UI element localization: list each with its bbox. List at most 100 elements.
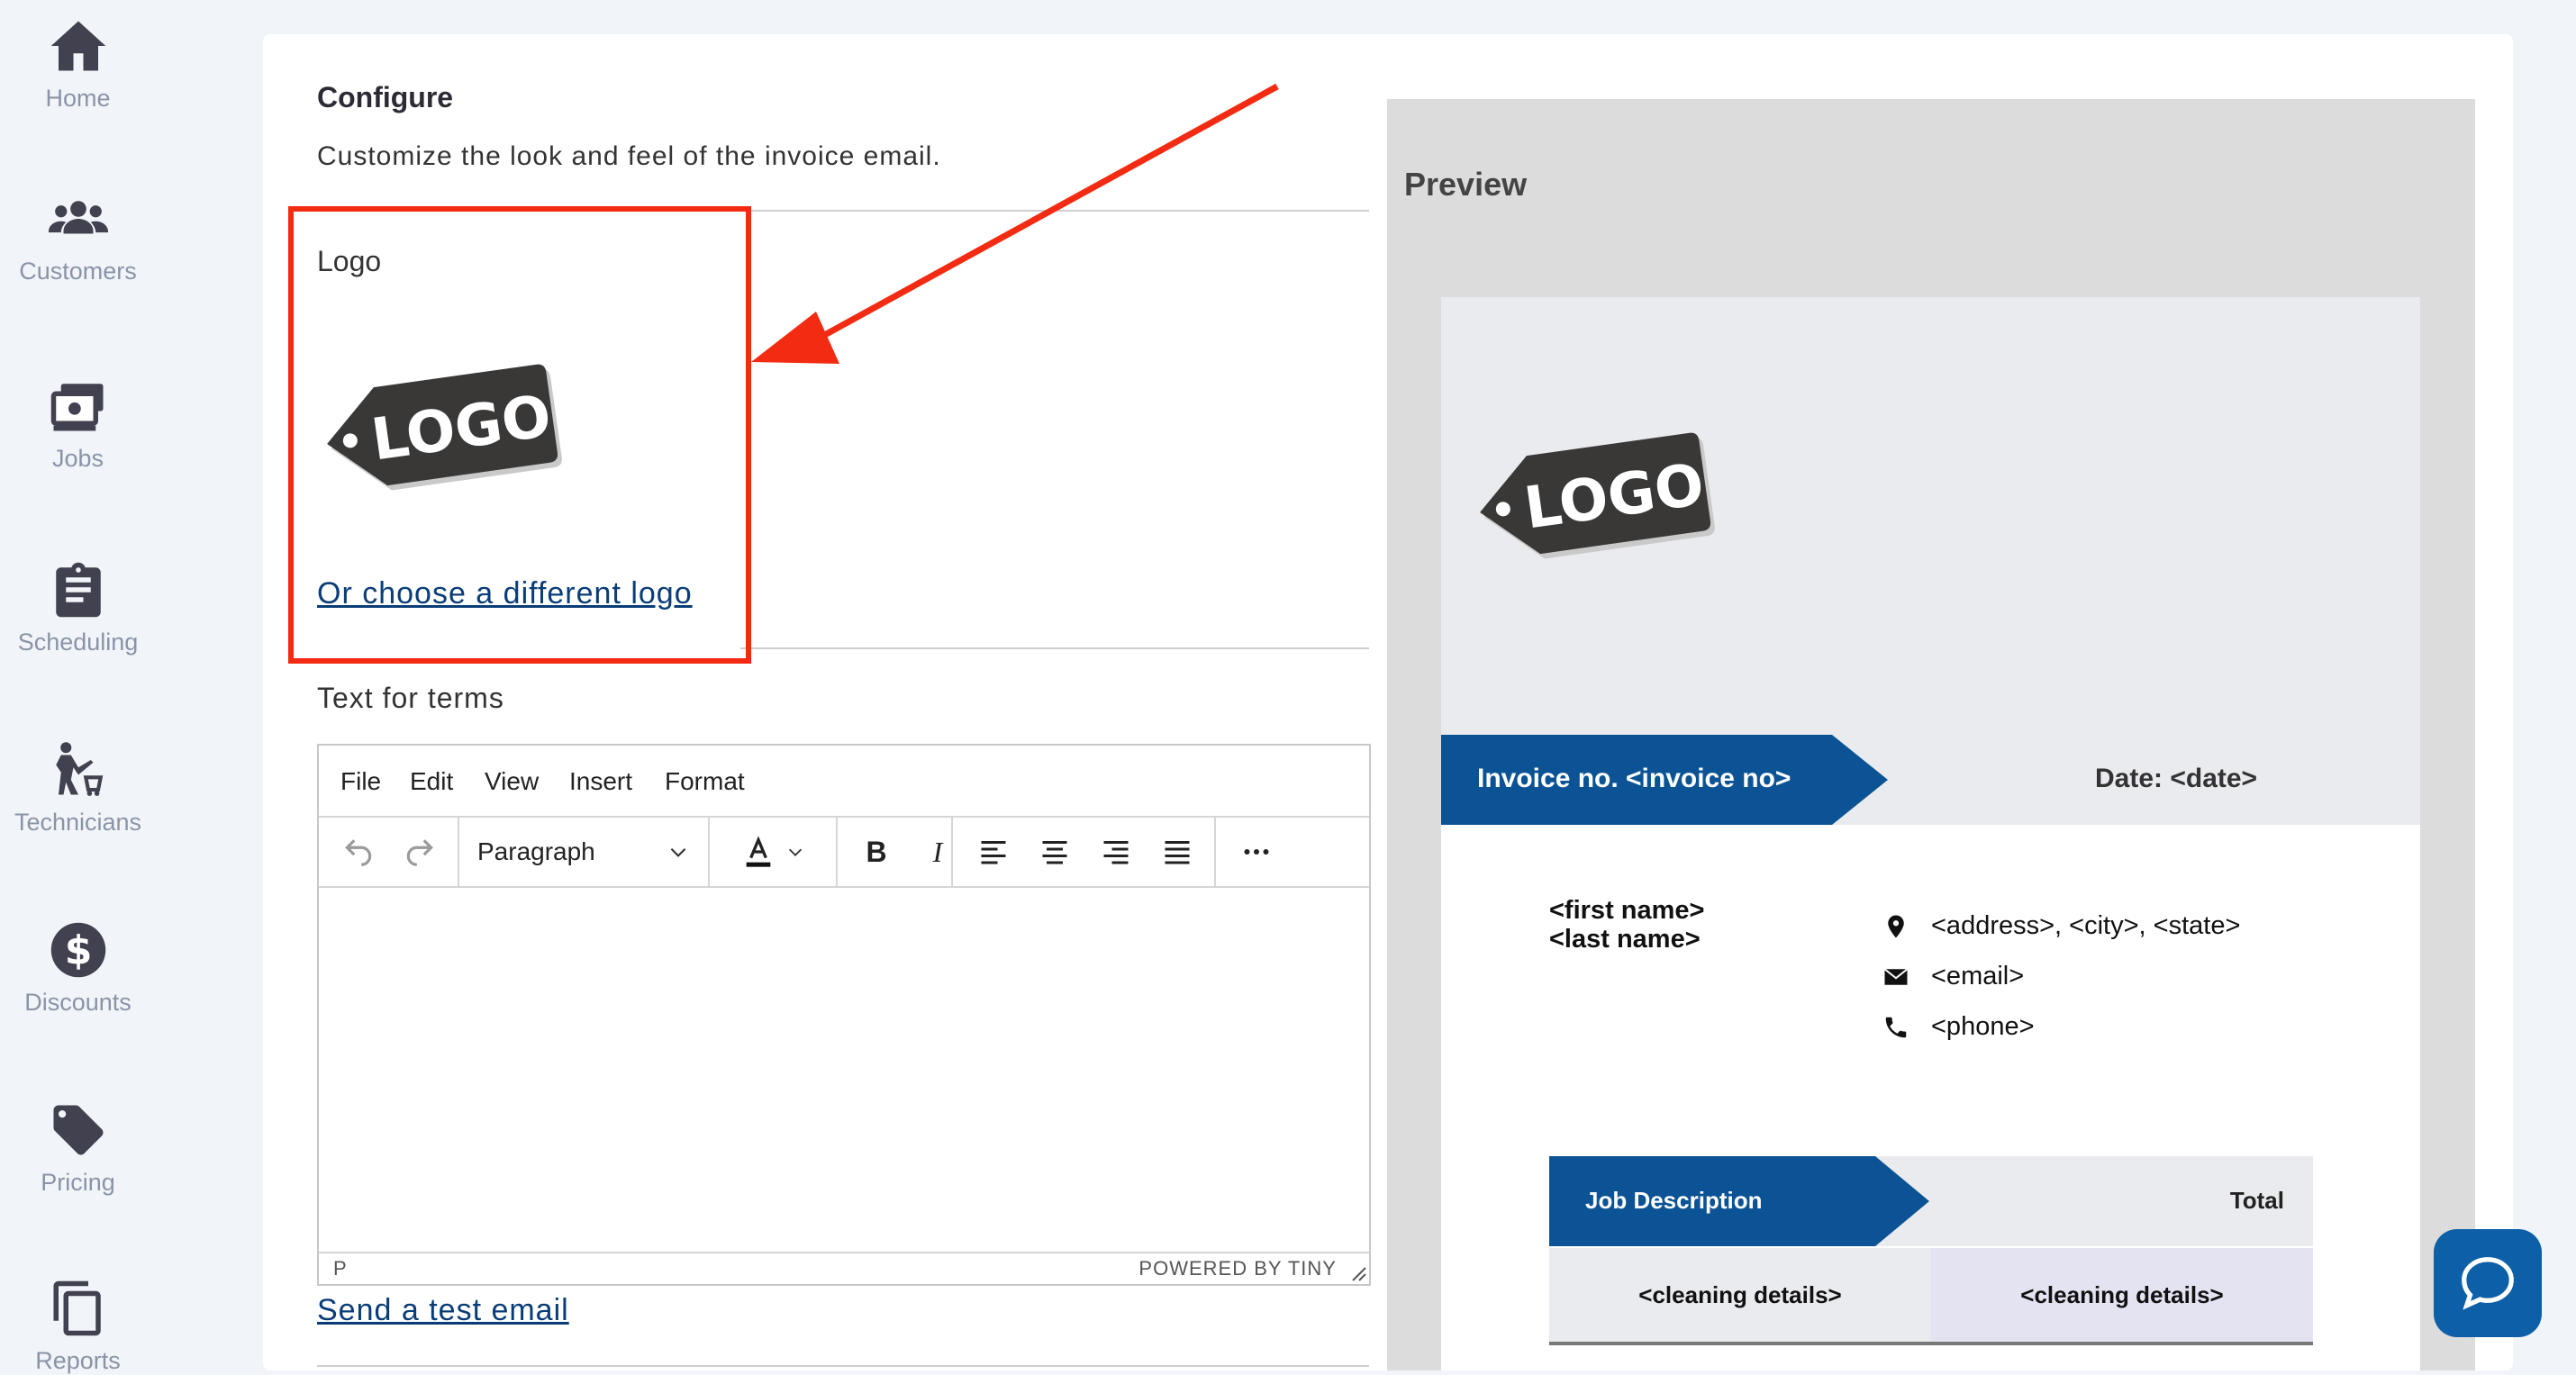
sidebar-item-home[interactable]: Home: [0, 16, 232, 113]
table-bottom-border: [1549, 1342, 2313, 1345]
text-color-button[interactable]: [719, 818, 827, 886]
editor-content-area[interactable]: [319, 888, 1369, 1252]
align-center-icon: [1042, 841, 1067, 864]
invoice-preview: LOGO Invoice no. <invoice no> Date: <dat…: [1441, 297, 2420, 1370]
menu-edit[interactable]: Edit: [410, 767, 453, 796]
copy-icon: [49, 1279, 108, 1338]
align-justify-button[interactable]: [1147, 818, 1207, 886]
editor-menubar: File Edit View Insert Format: [319, 746, 1369, 818]
resize-handle[interactable]: [1347, 1262, 1367, 1282]
sidebar-item-label: Jobs: [51, 445, 104, 472]
phone-line: <phone>: [1882, 1012, 2035, 1042]
sidebar-item-label: Discounts: [24, 989, 132, 1016]
sidebar-item-pricing[interactable]: Pricing: [0, 1100, 232, 1197]
configure-title: Configure: [317, 81, 454, 113]
sidebar-item-label: Scheduling: [17, 629, 139, 656]
sidebar-item-discounts[interactable]: $ Discounts: [0, 920, 232, 1017]
undo-icon: [345, 839, 372, 866]
more-button[interactable]: [1227, 818, 1286, 886]
editor-toolbar: Paragraph B I: [319, 818, 1369, 888]
job-description-text: Job Description: [1585, 1187, 1763, 1214]
align-center-button[interactable]: [1025, 818, 1084, 886]
table-cell: <cleaning details>: [1549, 1248, 1931, 1342]
customers-icon: [48, 189, 108, 249]
svg-text:$: $: [64, 927, 92, 973]
undo-button[interactable]: [331, 818, 385, 886]
customer-name: <first name> <last name>: [1549, 896, 1704, 954]
sidebar-item-jobs[interactable]: Jobs: [0, 376, 232, 473]
address-text: <address>, <city>, <state>: [1931, 911, 2241, 940]
toolbar-separator: [708, 818, 710, 886]
menu-file[interactable]: File: [340, 767, 381, 796]
sidebar-item-reports[interactable]: Reports: [0, 1279, 232, 1375]
terms-label: Text for terms: [317, 682, 504, 714]
job-description-header: Job Description: [1549, 1156, 1927, 1246]
phone-text: <phone>: [1931, 1012, 2035, 1041]
annotation-highlight-box: [288, 206, 751, 664]
menu-format[interactable]: Format: [665, 767, 745, 796]
chat-launcher-button[interactable]: [2434, 1229, 2542, 1337]
tiny-branding[interactable]: POWERED BY TINY: [1138, 1257, 1337, 1280]
last-name: <last name>: [1549, 925, 1701, 954]
align-right-icon: [1103, 841, 1129, 864]
invoice-date: Date: <date>: [2095, 764, 2258, 793]
divider: [740, 647, 1369, 649]
chat-bubble-icon: [2462, 1257, 2514, 1310]
home-icon: [49, 16, 108, 76]
text-color-icon: [746, 836, 771, 867]
send-test-email-link[interactable]: Send a test email: [317, 1293, 569, 1328]
bold-icon: B: [866, 835, 887, 868]
italic-button[interactable]: I: [908, 818, 967, 886]
sidebar: Home Customers Jobs Scheduling Technicia…: [0, 0, 261, 1374]
more-icon: [1244, 849, 1269, 855]
align-left-icon: [981, 841, 1006, 864]
element-path[interactable]: P: [333, 1257, 347, 1280]
jobs-icon: [49, 376, 108, 436]
invoice-number: Invoice no. <invoice no>: [1441, 735, 1832, 825]
sidebar-item-technicians[interactable]: Technicians: [0, 740, 232, 837]
technician-icon: [49, 740, 108, 800]
total-header: Total: [2229, 1187, 2284, 1214]
email-line: <email>: [1882, 962, 2024, 991]
toolbar-separator: [836, 818, 838, 886]
editor-statusbar: P POWERED BY TINY: [319, 1252, 1369, 1284]
first-name: <first name>: [1549, 896, 1705, 925]
align-left-button[interactable]: [964, 818, 1023, 886]
preview-logo-image: LOGO: [1480, 432, 1715, 559]
sidebar-item-customers[interactable]: Customers: [0, 189, 232, 285]
invoice-number-text: Invoice no. <invoice no>: [1477, 764, 1791, 793]
address-line: <address>, <city>, <state>: [1882, 911, 2240, 941]
align-justify-icon: [1165, 841, 1190, 864]
chevron-down-icon: [788, 848, 803, 856]
menu-insert[interactable]: Insert: [569, 767, 632, 796]
sidebar-item-label: Technicians: [14, 809, 142, 836]
redo-button[interactable]: [393, 818, 447, 886]
jobs-table: Job Description Total <cleaning details>…: [1549, 1156, 2313, 1363]
annotation-arrow: [751, 83, 1279, 364]
location-pin-icon: [1888, 915, 1904, 937]
sidebar-item-label: Home: [45, 85, 111, 112]
divider: [317, 1365, 1369, 1367]
sidebar-item-scheduling[interactable]: Scheduling: [0, 560, 232, 656]
sidebar-item-label: Customers: [19, 258, 137, 285]
redo-icon: [406, 839, 433, 866]
terms-editor: File Edit View Insert Format Paragraph B…: [317, 744, 1371, 1286]
chevron-down-icon: [670, 847, 686, 857]
table-cell: <cleaning details>: [1931, 1248, 2313, 1342]
sidebar-item-label: Pricing: [41, 1169, 115, 1196]
dollar-icon: $: [49, 920, 108, 980]
tag-icon: [49, 1100, 108, 1160]
phone-icon: [1885, 1017, 1907, 1037]
italic-icon: I: [932, 835, 943, 868]
envelope-icon: [1883, 967, 1909, 985]
preview-title: Preview: [1404, 166, 1528, 203]
toolbar-separator: [1214, 818, 1216, 886]
toolbar-separator: [951, 818, 953, 886]
clipboard-icon: [49, 560, 108, 620]
menu-view[interactable]: View: [485, 767, 539, 796]
bold-button[interactable]: B: [847, 818, 906, 886]
block-format-select[interactable]: Paragraph: [459, 818, 708, 886]
align-right-button[interactable]: [1086, 818, 1146, 886]
email-text: <email>: [1931, 962, 2025, 991]
block-format-value: Paragraph: [477, 837, 595, 865]
